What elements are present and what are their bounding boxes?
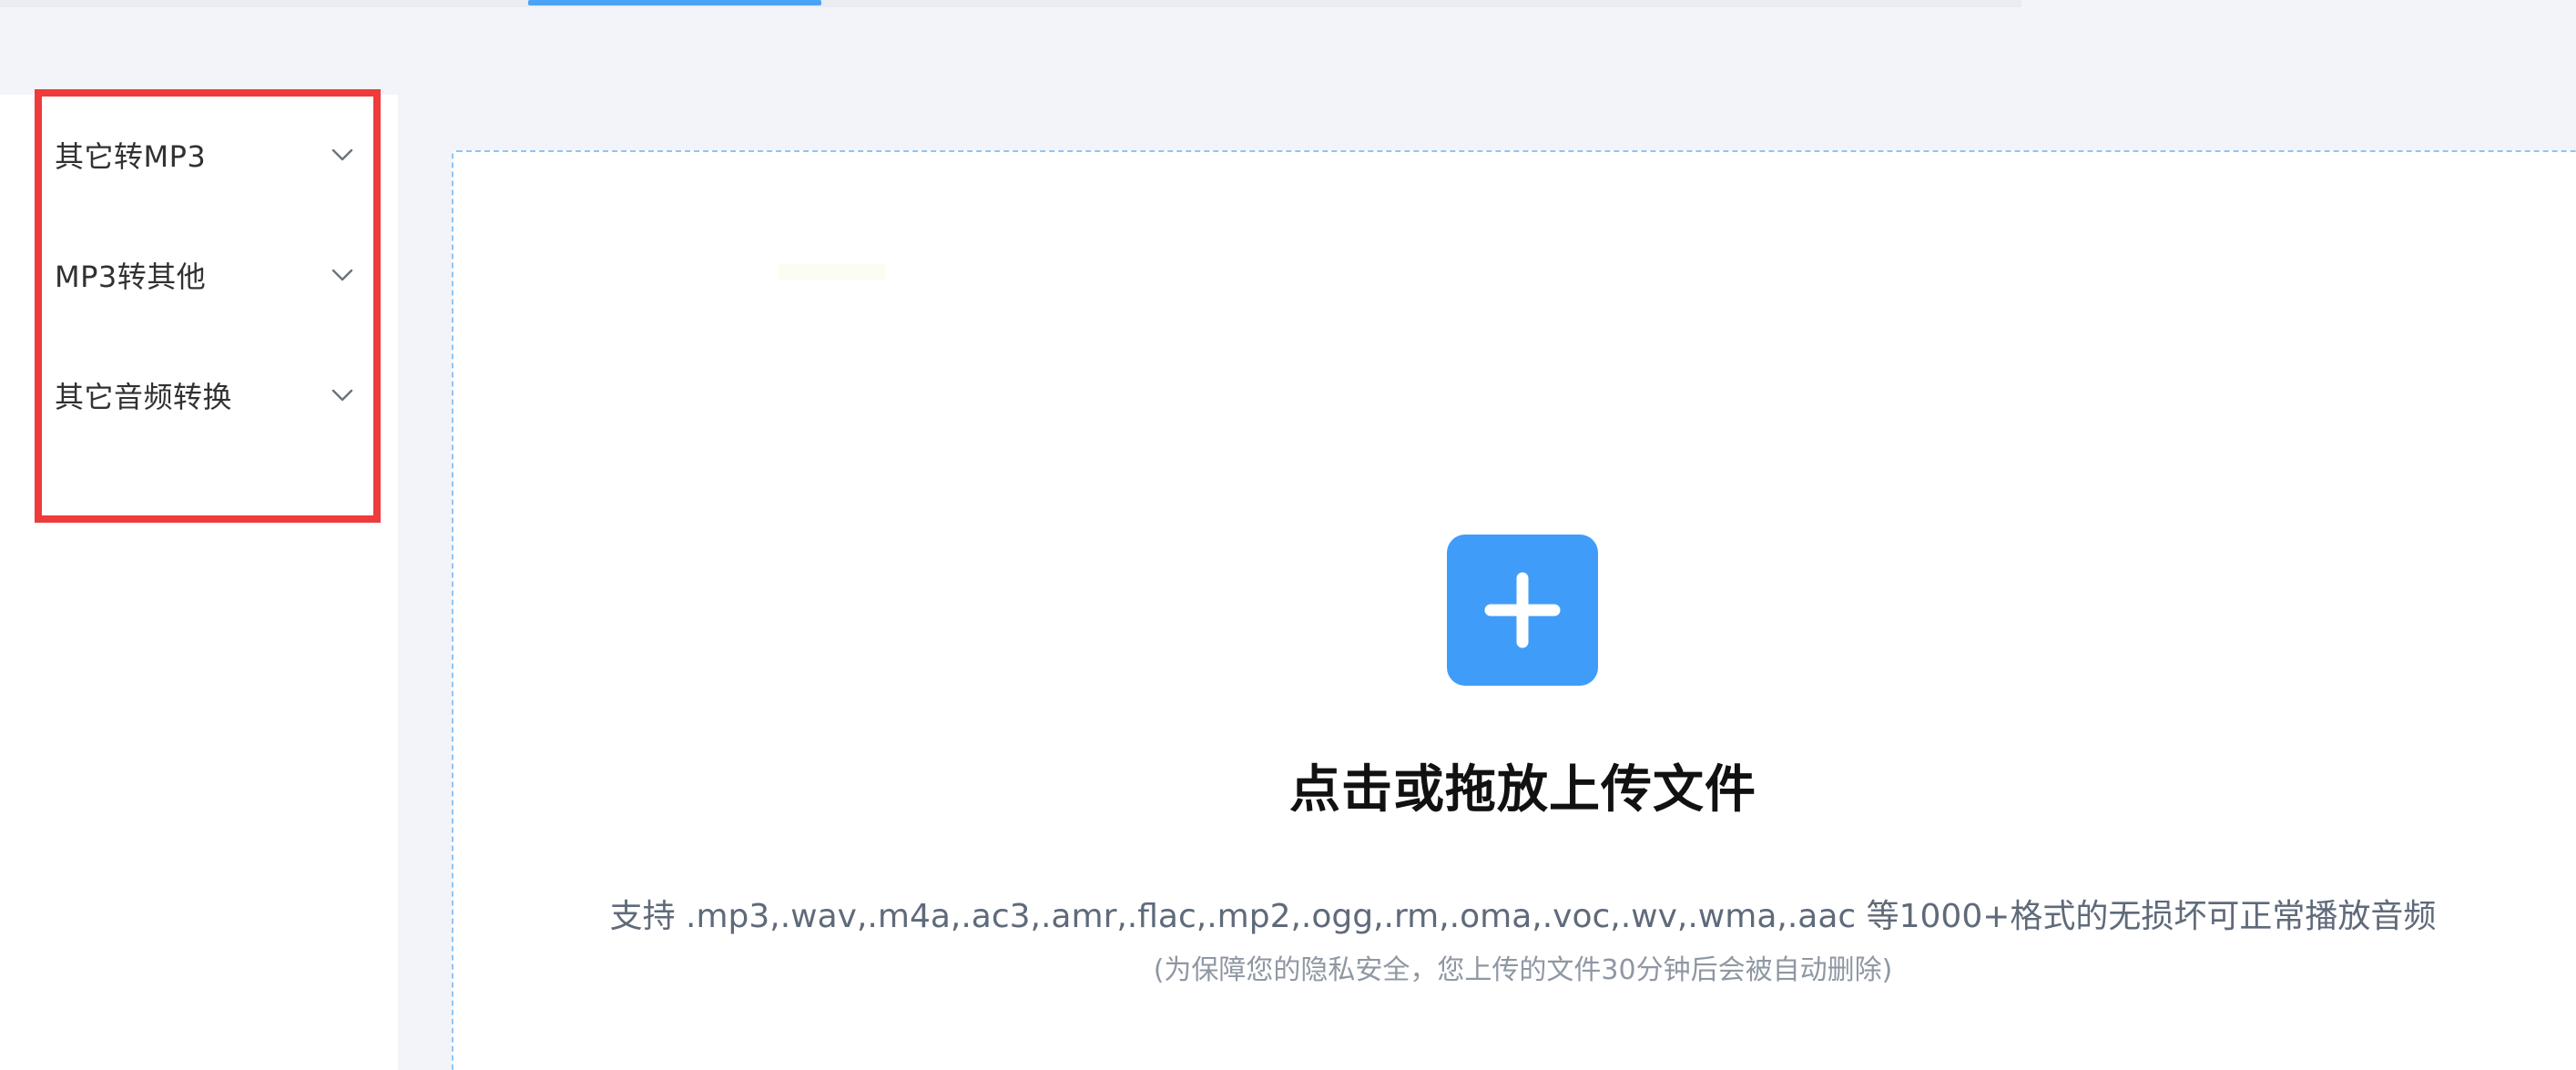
privacy-note: (为保障您的隐私安全，您上传的文件30分钟后会被自动删除) (1153, 954, 1893, 986)
plus-icon (1484, 572, 1561, 648)
decorative-mark (779, 264, 886, 280)
sidebar-item-label: 其它音频转换 (55, 380, 233, 414)
sidebar-item-other-audio-conversion[interactable]: 其它音频转换 (55, 368, 355, 423)
chevron-down-icon (330, 142, 355, 168)
chevron-down-icon (330, 382, 355, 408)
top-nav-strip (0, 0, 2021, 7)
page: 其它转MP3 MP3转其他 其它音频转换 点击或拖放上传文件 支持 .mp3,.… (0, 0, 2576, 1070)
sidebar-item-mp3-to-other[interactable]: MP3转其他 (55, 248, 355, 302)
upload-title: 点击或拖放上传文件 (1289, 760, 1756, 820)
active-tab-indicator[interactable] (528, 0, 821, 5)
upload-button[interactable] (1447, 535, 1598, 686)
chevron-down-icon (330, 262, 355, 288)
supported-formats-text: 支持 .mp3,.wav,.m4a,.ac3,.amr,.flac,.mp2,.… (609, 898, 2437, 935)
sidebar-item-other-to-mp3[interactable]: 其它转MP3 (55, 127, 355, 182)
sidebar-item-label: MP3转其他 (55, 260, 207, 294)
sidebar (0, 95, 398, 1070)
sidebar-item-label: 其它转MP3 (55, 139, 207, 174)
